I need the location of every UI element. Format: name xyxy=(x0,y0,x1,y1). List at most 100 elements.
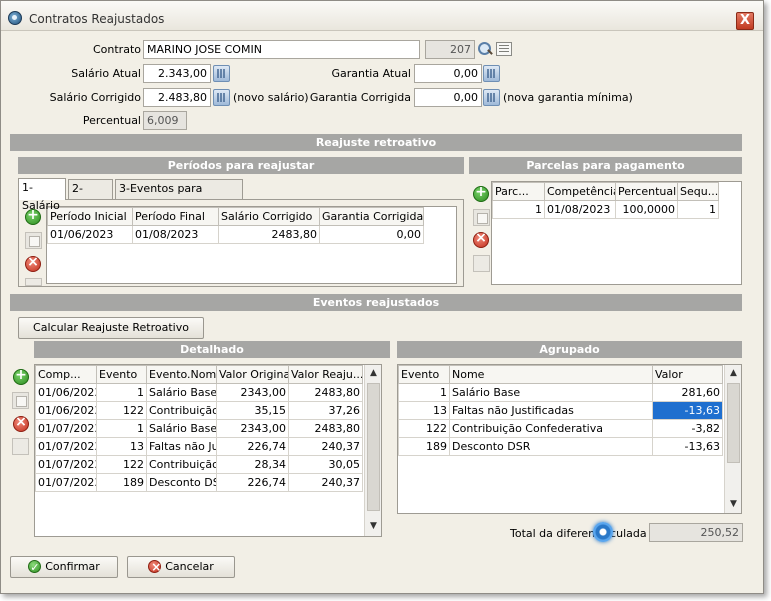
extra-periodo-button[interactable] xyxy=(25,278,42,286)
periodos-grid[interactable]: Período Inicial Período Final Salário Co… xyxy=(46,206,457,284)
agrupado-grid[interactable]: Evento Nome Valor 1 Salário Base 281,60 … xyxy=(397,364,742,514)
table-row[interactable]: 189 Desconto DSR -13,63 xyxy=(398,437,723,456)
total-label-start: Total da diferen xyxy=(510,527,596,540)
cell: 01/07/2023 xyxy=(35,455,97,474)
contrato-code-field[interactable]: 207 xyxy=(425,40,475,59)
col-competencia[interactable]: Comp... xyxy=(35,365,97,384)
confirmar-label: Confirmar xyxy=(45,560,100,573)
delete-parcela-button[interactable] xyxy=(473,230,489,248)
tab-bases[interactable]: 2-Bases xyxy=(68,179,113,213)
extra-parcela-button[interactable] xyxy=(473,255,490,272)
edit-evento-button[interactable] xyxy=(12,392,29,409)
detalhado-grid[interactable]: Comp... Evento Evento.Nome Valor Origina… xyxy=(34,364,382,537)
scroll-up-icon[interactable]: ▲ xyxy=(726,366,741,381)
title-bar: Contratos Reajustados X xyxy=(1,1,763,31)
table-row[interactable]: 01/06/2023 01/08/2023 2483,80 0,00 xyxy=(47,225,424,244)
app-icon xyxy=(8,11,22,25)
garantia-corrigida-field[interactable]: 0,00 xyxy=(414,88,482,107)
scroll-up-icon[interactable]: ▲ xyxy=(366,366,381,381)
cell: 226,74 xyxy=(216,437,289,456)
col-evento-nome[interactable]: Evento.Nome xyxy=(146,365,217,384)
table-row[interactable]: 122 Contribuição Confederativa -3,82 xyxy=(398,419,723,438)
table-row[interactable]: 01/07/2023 189 Desconto DSR 226,74 240,3… xyxy=(35,473,363,492)
garantia-atual-field[interactable]: 0,00 xyxy=(414,64,482,83)
cell: Contribuição Confederativa xyxy=(449,419,653,438)
col-periodo-final[interactable]: Período Final xyxy=(132,207,219,226)
cell: 100,0000 xyxy=(615,200,678,219)
col-valor-original[interactable]: Valor Original xyxy=(216,365,289,384)
periodos-header: Períodos para reajustar xyxy=(18,157,464,174)
salario-atual-calculator-icon[interactable] xyxy=(213,65,230,82)
add-evento-button[interactable] xyxy=(13,367,29,385)
add-parcela-button[interactable] xyxy=(473,184,489,202)
cancelar-button[interactable]: Cancelar xyxy=(127,556,235,578)
periodos-panel: Período Inicial Período Final Salário Co… xyxy=(18,199,464,287)
cell: 35,15 xyxy=(216,401,289,420)
col-valor-reajustado[interactable]: Valor Reaju... xyxy=(288,365,363,384)
col-evento[interactable]: Evento xyxy=(398,365,450,384)
calcular-reajuste-button[interactable]: Calcular Reajuste Retroativo xyxy=(18,317,204,339)
col-competencia[interactable]: Competência xyxy=(544,182,616,201)
cancelar-label: Cancelar xyxy=(165,560,214,573)
cell: Salário Base xyxy=(146,383,217,402)
extra-evento-button[interactable] xyxy=(12,438,29,455)
garantia-corrigida-calculator-icon[interactable] xyxy=(483,89,500,106)
table-row[interactable]: 01/06/2023 122 Contribuição C 35,15 37,2… xyxy=(35,401,363,420)
cell: 01/07/2023 xyxy=(35,473,97,492)
tab-salario[interactable]: 1-Salário xyxy=(18,178,66,212)
table-row[interactable]: 01/07/2023 13 Faltas não Jus 226,74 240,… xyxy=(35,437,363,456)
cell: 01/08/2023 xyxy=(544,200,616,219)
cancel-icon xyxy=(148,557,161,577)
contrato-field[interactable]: MARINO JOSE COMIN xyxy=(143,40,420,59)
search-icon[interactable] xyxy=(477,41,493,57)
tab-eventos-substituir[interactable]: 3-Eventos para substituir xyxy=(115,179,243,213)
table-row[interactable]: 1 Salário Base 281,60 xyxy=(398,383,723,402)
cell: 1 xyxy=(398,383,450,402)
cell: 01/06/2023 xyxy=(35,401,97,420)
agrupado-scrollbar[interactable]: ▲ ▼ xyxy=(724,365,741,513)
col-evento[interactable]: Evento xyxy=(96,365,147,384)
cursor-icon xyxy=(593,522,613,542)
percentual-field: 6,009 xyxy=(143,111,187,130)
table-row[interactable]: 01/07/2023 1 Salário Base 2343,00 2483,8… xyxy=(35,419,363,438)
col-sequencia[interactable]: Sequ... xyxy=(677,182,719,201)
salario-corrigido-field[interactable]: 2.483,80 xyxy=(143,88,211,107)
table-row[interactable]: 1 01/08/2023 100,0000 1 xyxy=(492,200,719,219)
scroll-thumb[interactable] xyxy=(727,383,740,463)
col-nome[interactable]: Nome xyxy=(449,365,653,384)
detalhado-header: Detalhado xyxy=(34,341,390,358)
cell: 2343,00 xyxy=(216,419,289,438)
col-garantia-corrigida[interactable]: Garantia Corrigida xyxy=(319,207,424,226)
selected-cell[interactable]: -13,63 xyxy=(652,401,723,420)
document-list-icon[interactable] xyxy=(496,42,512,56)
delete-evento-button[interactable] xyxy=(13,414,29,432)
confirmar-button[interactable]: Confirmar xyxy=(10,556,118,578)
scroll-down-icon[interactable]: ▼ xyxy=(726,497,741,512)
table-row[interactable]: 01/06/2023 1 Salário Base 2343,00 2483,8… xyxy=(35,383,363,402)
scroll-down-icon[interactable]: ▼ xyxy=(366,519,381,534)
edit-parcela-button[interactable] xyxy=(473,209,490,226)
edit-periodo-button[interactable] xyxy=(25,232,42,249)
col-parcela[interactable]: Parc... xyxy=(492,182,545,201)
parcelas-grid[interactable]: Parc... Competência Percentual Sequ... 1… xyxy=(491,181,742,285)
col-periodo-inicial[interactable]: Período Inicial xyxy=(47,207,133,226)
salario-atual-label: Salário Atual xyxy=(71,67,141,80)
cell: 189 xyxy=(96,473,147,492)
delete-periodo-button[interactable] xyxy=(25,254,41,272)
salario-corrigido-calculator-icon[interactable] xyxy=(213,89,230,106)
col-salario-corrigido[interactable]: Salário Corrigido xyxy=(218,207,320,226)
cell: 281,60 xyxy=(652,383,723,402)
percentual-label: Percentual xyxy=(82,114,141,127)
garantia-atual-calculator-icon[interactable] xyxy=(483,65,500,82)
salario-atual-field[interactable]: 2.343,00 xyxy=(143,64,211,83)
table-row[interactable]: 13 Faltas não Justificadas -13,63 xyxy=(398,401,723,420)
detalhado-scrollbar[interactable]: ▲ ▼ xyxy=(364,365,381,536)
col-percentual[interactable]: Percentual xyxy=(615,182,678,201)
col-valor[interactable]: Valor xyxy=(652,365,723,384)
close-button[interactable]: X xyxy=(736,12,754,30)
table-row[interactable]: 01/07/2023 122 Contribuição C 28,34 30,0… xyxy=(35,455,363,474)
scroll-thumb[interactable] xyxy=(367,383,380,511)
cell: 1 xyxy=(96,383,147,402)
cell: 122 xyxy=(96,455,147,474)
cell: Faltas não Jus xyxy=(146,437,217,456)
